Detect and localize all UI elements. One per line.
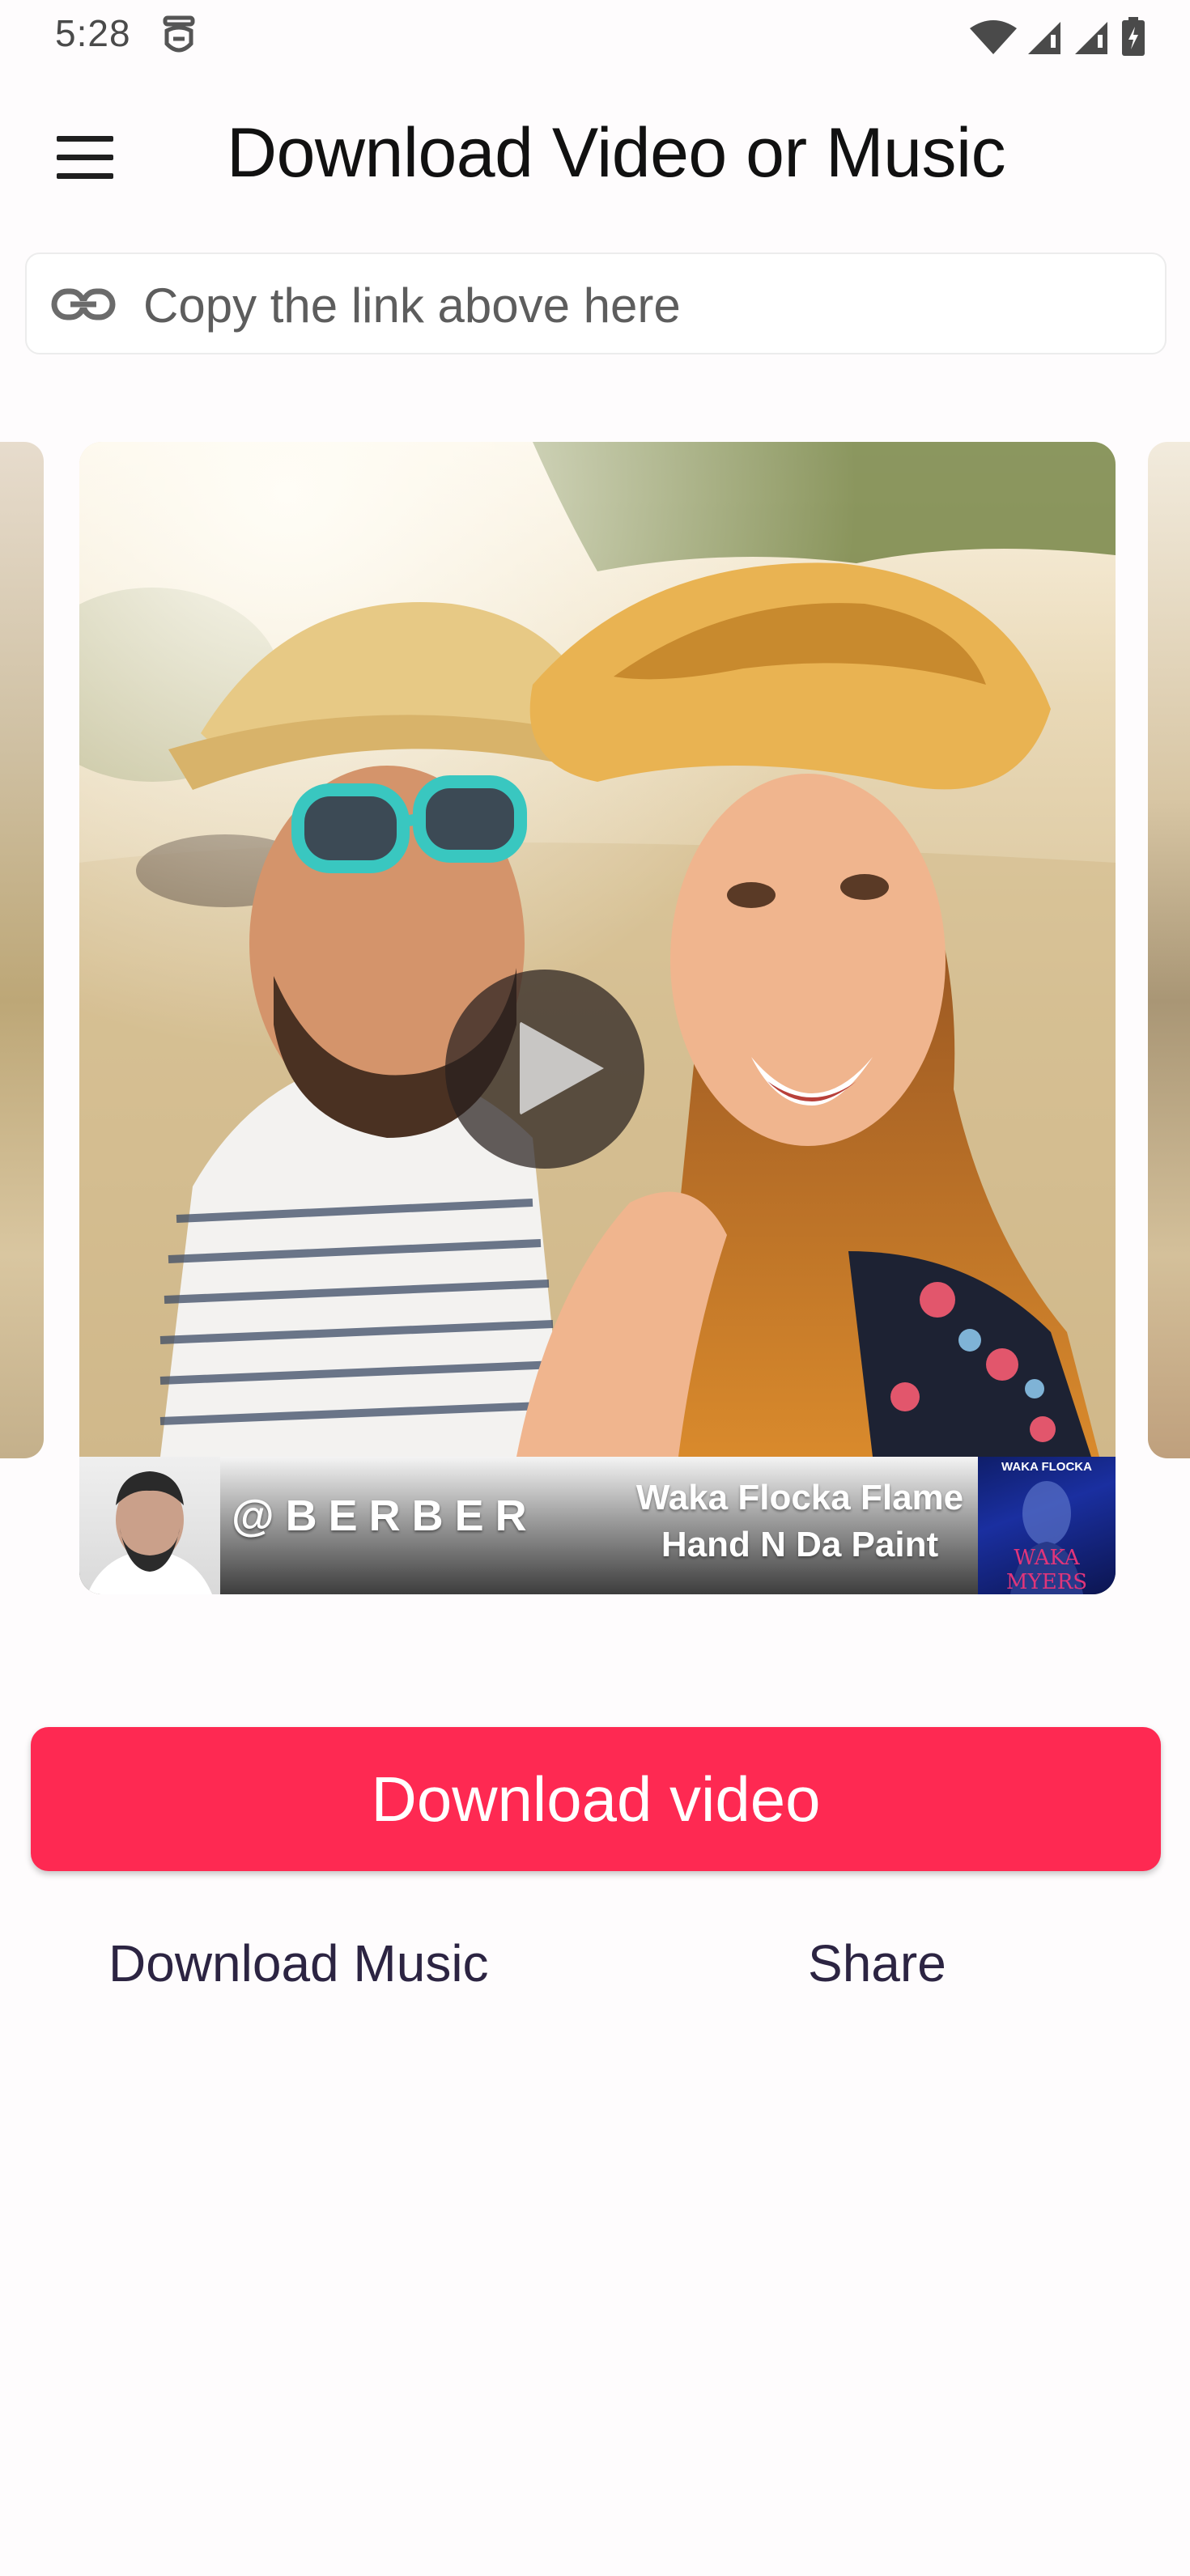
song-artist: Waka Flocka Flame	[635, 1478, 964, 1517]
video-card[interactable]: @BERBER Waka Flocka Flame Hand N Da Pain…	[79, 442, 1116, 1594]
music-info-strip[interactable]: @BERBER Waka Flocka Flame Hand N Da Pain…	[79, 1457, 1116, 1594]
song-info: Waka Flocka Flame Hand N Da Paint	[606, 1475, 994, 1568]
wifi-icon	[970, 20, 1017, 54]
signal-icon	[1075, 22, 1107, 54]
play-button[interactable]	[445, 970, 644, 1169]
song-title: Hand N Da Paint	[661, 1525, 939, 1564]
download-music-button[interactable]: Download Music	[108, 1923, 489, 2004]
next-video-thumbnail[interactable]	[1148, 442, 1190, 1458]
previous-video-thumbnail[interactable]	[0, 442, 44, 1458]
video-thumbnail	[79, 442, 1116, 1457]
status-icons	[970, 15, 1145, 58]
signal-icon	[1028, 22, 1060, 54]
avatar[interactable]	[79, 1457, 220, 1594]
album-title: WAKA MYERS	[1005, 1546, 1088, 1594]
app-bar: Download Video or Music	[0, 97, 1190, 210]
video-carousel[interactable]: @BERBER Waka Flocka Flame Hand N Da Pain…	[0, 442, 1190, 1599]
link-icon	[51, 288, 116, 320]
screen: 5:28 Download Video or Music Copy the li…	[0, 0, 1190, 2576]
status-time: 5:28	[55, 12, 131, 54]
download-video-button[interactable]: Download video	[31, 1727, 1161, 1871]
album-art[interactable]: WAKA FLOCKA WAKA MYERS	[978, 1457, 1116, 1594]
link-input[interactable]	[142, 272, 1141, 338]
share-button[interactable]: Share	[808, 1923, 946, 2004]
page-title: Download Video or Music	[227, 114, 1006, 192]
status-bar: 5:28	[0, 0, 1190, 73]
play-icon	[520, 1021, 604, 1115]
avatar-image	[87, 1471, 212, 1594]
hamburger-menu-icon[interactable]	[50, 129, 120, 186]
battery-icon	[1122, 17, 1145, 56]
app-notification-icon	[163, 15, 195, 53]
link-field[interactable]	[25, 253, 1167, 354]
music-username: @BERBER	[232, 1492, 538, 1540]
